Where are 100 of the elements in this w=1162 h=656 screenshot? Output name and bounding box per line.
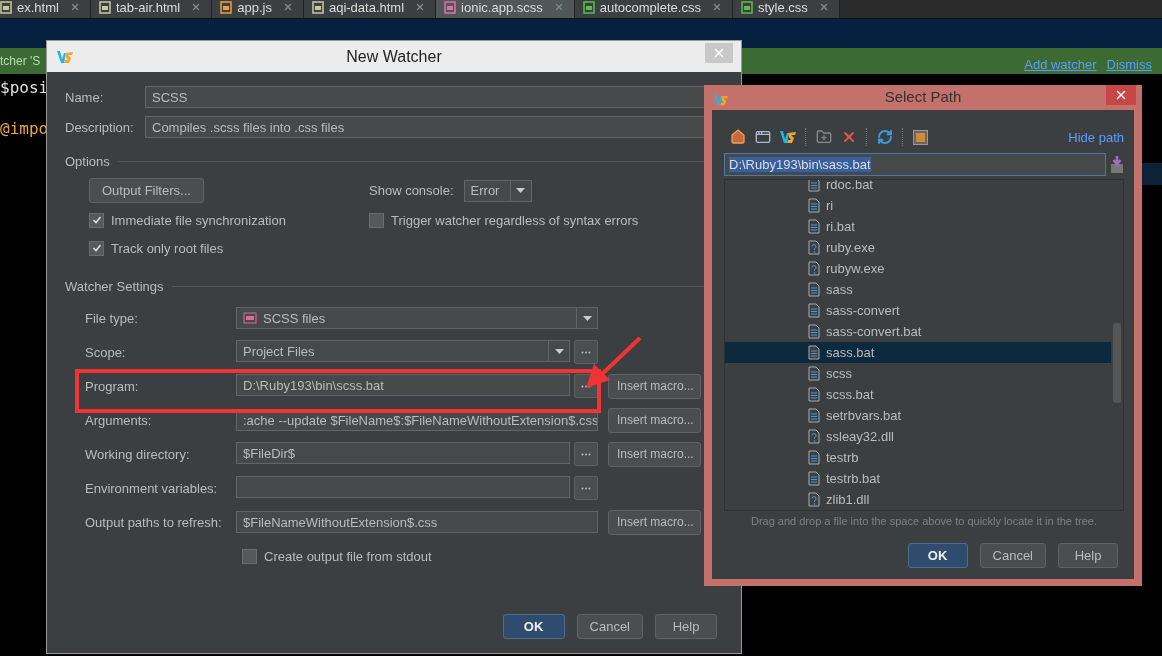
insert-macro-button[interactable]: Insert macro... xyxy=(608,407,701,433)
path-field[interactable]: D:\Ruby193\bin\sass.bat xyxy=(724,153,1106,176)
close-icon[interactable] xyxy=(415,2,426,12)
download-icon[interactable] xyxy=(1110,155,1124,174)
dialog-button[interactable]: Help xyxy=(1058,543,1118,568)
check-icon xyxy=(91,243,102,253)
text-field[interactable]: $FileDir$ xyxy=(236,442,570,464)
notification-text: tcher 'S xyxy=(0,54,41,68)
field-label: Description: xyxy=(65,119,135,135)
dialog-button[interactable]: Cancel xyxy=(576,614,643,639)
file-tree-item[interactable]: sass-convert xyxy=(725,300,1111,321)
caret-icon xyxy=(582,315,592,321)
delete-icon[interactable] xyxy=(841,129,857,145)
close-icon[interactable] xyxy=(553,2,564,12)
file-tree-item[interactable]: scss xyxy=(725,363,1111,384)
checkbox[interactable] xyxy=(89,212,104,228)
close-button[interactable] xyxy=(1106,85,1136,105)
new-folder-icon[interactable] xyxy=(816,129,832,145)
desktop-icon[interactable] xyxy=(755,129,771,145)
editor-tab[interactable]: aqi-data.html xyxy=(303,0,437,18)
close-icon[interactable] xyxy=(818,2,829,12)
document-icon xyxy=(808,387,820,402)
hide-path-link[interactable]: Hide path xyxy=(1068,129,1124,145)
output-filters-button[interactable]: Output Filters... xyxy=(89,178,204,203)
home-icon[interactable] xyxy=(730,129,746,145)
caret-icon xyxy=(516,188,526,193)
file-tree-item[interactable]: rdoc.bat xyxy=(725,180,1111,195)
file-tree-item[interactable]: testrb.bat xyxy=(725,468,1111,489)
logo-icon xyxy=(57,49,73,65)
dialog-title: New Watcher xyxy=(346,47,442,66)
checkbox[interactable] xyxy=(89,240,104,256)
document-icon xyxy=(808,366,820,381)
document-icon xyxy=(808,450,820,465)
file-icon xyxy=(444,0,457,14)
close-icon[interactable] xyxy=(191,2,202,12)
dialog-button[interactable]: OK xyxy=(502,614,565,639)
file-type-dropdown[interactable]: SCSS files xyxy=(236,307,598,329)
insert-macro-button[interactable]: Insert macro... xyxy=(608,441,701,467)
file-tree-item[interactable]: ri.bat xyxy=(725,216,1111,237)
console-dropdown[interactable]: Error xyxy=(463,179,532,202)
file-tree-item[interactable]: ruby.exe xyxy=(725,237,1111,258)
close-icon xyxy=(1114,88,1128,102)
dialog-button[interactable]: OK xyxy=(907,543,968,568)
browse-button[interactable] xyxy=(574,476,598,500)
dialog-button[interactable]: Help xyxy=(655,614,717,639)
editor-tab[interactable]: tab-air.html xyxy=(90,0,213,18)
checkbox-label: Immediate file synchronization xyxy=(111,212,286,228)
file-tree-item[interactable]: zlib1.dll xyxy=(725,489,1111,510)
file-icon xyxy=(98,0,111,14)
file-tree-item[interactable]: sass xyxy=(725,279,1111,300)
file-icon xyxy=(0,0,12,14)
file-tree-item[interactable]: sass-convert.bat xyxy=(725,321,1111,342)
field-label: Program: xyxy=(85,378,140,394)
document-icon xyxy=(808,303,820,318)
logo-icon[interactable] xyxy=(780,129,796,145)
checkbox[interactable] xyxy=(242,548,257,564)
close-icon[interactable] xyxy=(69,2,80,12)
text-field[interactable]: $FileNameWithoutExtension$.css xyxy=(236,511,598,533)
close-icon[interactable] xyxy=(711,2,722,12)
field-label: Environment variables: xyxy=(85,480,219,496)
field-label: Scope: xyxy=(85,344,127,360)
unknown-file-icon xyxy=(808,240,820,255)
editor-tab[interactable]: autocomplete.css xyxy=(574,0,733,18)
close-icon[interactable] xyxy=(282,2,293,12)
close-icon xyxy=(712,46,726,60)
file-tree-item[interactable]: setrbvars.bat xyxy=(725,405,1111,426)
editor-tab[interactable]: app.js xyxy=(212,0,304,18)
checkbox[interactable] xyxy=(369,212,384,228)
ellipsis-icon xyxy=(581,350,591,354)
document-icon xyxy=(808,345,820,360)
document-icon xyxy=(808,471,820,486)
text-field[interactable] xyxy=(236,476,570,498)
file-icon xyxy=(582,0,595,14)
insert-macro-button[interactable]: Insert macro... xyxy=(608,509,701,535)
editor-tab[interactable]: ex.html xyxy=(0,0,91,18)
unknown-file-icon xyxy=(808,492,820,507)
file-tree-item[interactable]: scss.bat xyxy=(725,384,1111,405)
scrollbar-thumb[interactable] xyxy=(1113,323,1121,403)
hidden-files-icon[interactable] xyxy=(913,129,928,145)
logo-icon xyxy=(714,93,728,107)
editor-tab[interactable]: ionic.app.scss xyxy=(436,0,575,18)
file-tree-item[interactable]: testrb xyxy=(725,447,1111,468)
code-line: @impo xyxy=(0,119,49,138)
file-tree-item[interactable]: rubyw.exe xyxy=(725,258,1111,279)
file-tree-item[interactable]: ri xyxy=(725,195,1111,216)
dialog-button[interactable]: Cancel xyxy=(979,543,1046,568)
browse-button[interactable] xyxy=(574,340,598,364)
editor-tab[interactable]: style.css xyxy=(732,0,840,18)
insert-macro-button[interactable]: Insert macro... xyxy=(608,373,701,399)
field-label: Name: xyxy=(65,89,105,105)
browse-button[interactable] xyxy=(574,442,598,466)
file-tree-item[interactable]: ssleay32.dll xyxy=(725,426,1111,447)
code-line: $posi xyxy=(0,78,49,97)
file-tree-item[interactable]: sass.bat xyxy=(725,342,1111,363)
checkbox-label: Trigger watcher regardless of syntax errors xyxy=(391,212,639,228)
refresh-icon[interactable] xyxy=(877,129,893,145)
document-icon xyxy=(808,180,820,192)
text-field[interactable]: D:\Ruby193\bin\scss.bat xyxy=(236,374,570,396)
hint-text: Drag and drop a file into the space above to quickly locate it in the tree. xyxy=(749,515,1099,527)
scope-dropdown[interactable]: Project Files xyxy=(236,340,570,362)
